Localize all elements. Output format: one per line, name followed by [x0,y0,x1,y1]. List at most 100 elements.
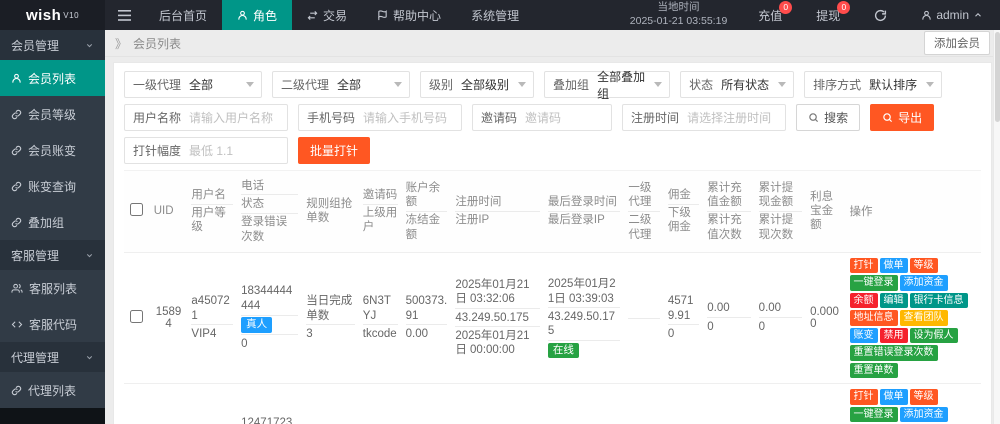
menu-item-system[interactable]: 系统管理 [456,0,534,30]
invite-code-field-group: 邀请码 [472,104,612,131]
col-invite: 邀请码上级用户 [359,171,402,253]
sidebar-section-members[interactable]: 会员管理 [0,30,105,60]
op-inject-button[interactable]: 打针 [850,258,878,274]
col-agents: 一级代理二级代理 [624,171,663,253]
logo-version: V10 [63,11,79,20]
sidebar-item-stack-group[interactable]: 叠加组 [0,204,105,240]
col-last-login: 最后登录时间最后登录IP [544,171,625,253]
op-address-button[interactable]: 地址信息 [850,310,898,326]
scrollbar-thumb[interactable] [995,32,1000,122]
interest-cell: 0.0000 [806,252,845,384]
col-uid: UID [150,171,188,253]
op-add-funds-button[interactable]: 添加资金 [900,407,948,423]
actions-cell: 打针做单等级一键登录添加资金余额编辑银行卡信息地址信息查看团队账变禁用设为假人重… [846,252,982,384]
sidebar-item-support-code[interactable]: 客服代码 [0,306,105,342]
select-level[interactable]: 级别 全部级别 [420,71,534,98]
table-header-row: UID 用户名用户等级 电话状态登录错误次数 规则组抢单数 邀请码上级用户 账户… [124,171,981,253]
reg-time-field-group: 注册时间 [622,104,786,131]
flag-icon [377,10,388,21]
last-login-cell: 2025年01月21日 03:39:0343.249.50.175在线 [544,252,625,384]
search-button[interactable]: 搜索 [796,104,860,131]
sidebar-item-member-levels[interactable]: 会员等级 [0,96,105,132]
op-set-fake-button[interactable]: 设为假人 [910,328,958,344]
op-bank-card-button[interactable]: 银行卡信息 [910,293,968,309]
phone-cell: 18344444444真人0 [237,252,302,384]
sidebar-item-support-list[interactable]: 客服列表 [0,270,105,306]
recharge-badge: 0 [779,1,792,14]
agents-cell [624,252,663,384]
withdraw-cell: 0.000 [755,252,806,384]
menu-item-dashboard[interactable]: 后台首页 [144,0,222,30]
hamburger-icon[interactable] [105,0,144,30]
sidebar: 会员管理 会员列表 会员等级 会员账变 账变查询 叠加组 客服管理 客服列表 客… [0,30,105,424]
select-status[interactable]: 状态 所有状态 [680,71,794,98]
op-balance-button[interactable]: 余额 [850,293,878,309]
op-reset-orders-button[interactable]: 重置单数 [850,363,898,379]
menu-item-roles[interactable]: 角色 [222,0,292,30]
scrollbar[interactable] [993,30,1000,424]
menu-item-trade[interactable]: 交易 [292,0,362,30]
op-make-order-button[interactable]: 做单 [880,389,908,405]
select-all-checkbox[interactable] [130,203,143,216]
op-one-click-login-button[interactable]: 一键登录 [850,275,898,291]
code-icon [11,319,23,330]
op-add-funds-button[interactable]: 添加资金 [900,275,948,291]
chevron-down-icon [654,82,662,87]
chevron-down-icon [246,82,254,87]
col-phone: 电话状态登录错误次数 [237,171,302,253]
inject-range-input[interactable] [189,139,287,162]
select-stack-group[interactable]: 叠加组 全部叠加组 [544,71,670,98]
withdraw-button[interactable]: 提现 0 [799,0,857,30]
actions-cell: 打针做单等级一键登录添加资金余额编辑银行卡信息地址信息查看团队账变禁用设为假人重… [846,384,982,424]
add-member-button[interactable]: 添加会员 [924,31,990,55]
phone-input[interactable] [363,106,461,129]
op-make-order-button[interactable]: 做单 [880,258,908,274]
select-row-checkbox[interactable] [130,310,143,323]
sidebar-item-member-account-changes[interactable]: 会员账变 [0,132,105,168]
op-one-click-login-button[interactable]: 一键登录 [850,407,898,423]
op-inject-button[interactable]: 打针 [850,389,878,405]
op-view-team-button[interactable]: 查看团队 [900,310,948,326]
balance-cell: 500373.910.00 [402,252,452,384]
batch-inject-button[interactable]: 批量打针 [298,137,370,164]
reg-time-input[interactable] [687,106,785,129]
orders-cell: 当日完成单数0 [302,384,359,424]
commission-cell: 45719.910 [664,252,703,384]
op-level-button[interactable]: 等级 [910,389,938,405]
phone-field-group: 手机号码 [298,104,462,131]
op-reset-login-errors-button[interactable]: 重置错误登录次数 [850,345,938,361]
user-icon [921,10,932,21]
filter-row-inputs: 用户名称 手机号码 邀请码 注册时间 搜索 导出 [124,104,981,131]
main-content: 》 会员列表 添加会员 一级代理 全部 二级代理 全部 级别 全部级别 叠加组 … [105,30,1000,424]
username-input[interactable] [189,106,287,129]
invite-code-input[interactable] [525,106,611,129]
person-icon [237,10,248,21]
op-disable-button[interactable]: 禁用 [880,328,908,344]
menu-item-help[interactable]: 帮助中心 [362,0,456,30]
sidebar-item-change-query[interactable]: 账变查询 [0,168,105,204]
app-logo: wishV10 [0,0,105,30]
username-cell: tkcodeVIP0 [187,384,237,424]
user-menu[interactable]: admin [904,0,1000,30]
recharge-button[interactable]: 充值 0 [741,0,799,30]
exchange-icon [307,10,318,21]
sidebar-item-agent-list[interactable]: 代理列表 [0,372,105,408]
export-button[interactable]: 导出 [870,104,934,131]
op-edit-button[interactable]: 编辑 [880,293,908,309]
col-interest: 利息宝金额 [806,171,845,253]
sidebar-section-support[interactable]: 客服管理 [0,240,105,270]
select-agent1[interactable]: 一级代理 全部 [124,71,262,98]
username-cell: a450721VIP4 [187,252,237,384]
col-orders: 规则组抢单数 [302,171,359,253]
refresh-button[interactable] [857,0,904,30]
sidebar-section-agents[interactable]: 代理管理 [0,342,105,372]
sidebar-item-member-list[interactable]: 会员列表 [0,60,105,96]
last-login-cell: -从未登陆 [544,384,625,424]
op-account-change-button[interactable]: 账变 [850,328,878,344]
select-agent2[interactable]: 二级代理 全部 [272,71,410,98]
commission-cell: 04571.99 [664,384,703,424]
col-username: 用户名用户等级 [187,171,237,253]
invite-cell: 6N3TYJtkcode [359,252,402,384]
select-sort[interactable]: 排序方式 默认排序 [804,71,942,98]
op-level-button[interactable]: 等级 [910,258,938,274]
